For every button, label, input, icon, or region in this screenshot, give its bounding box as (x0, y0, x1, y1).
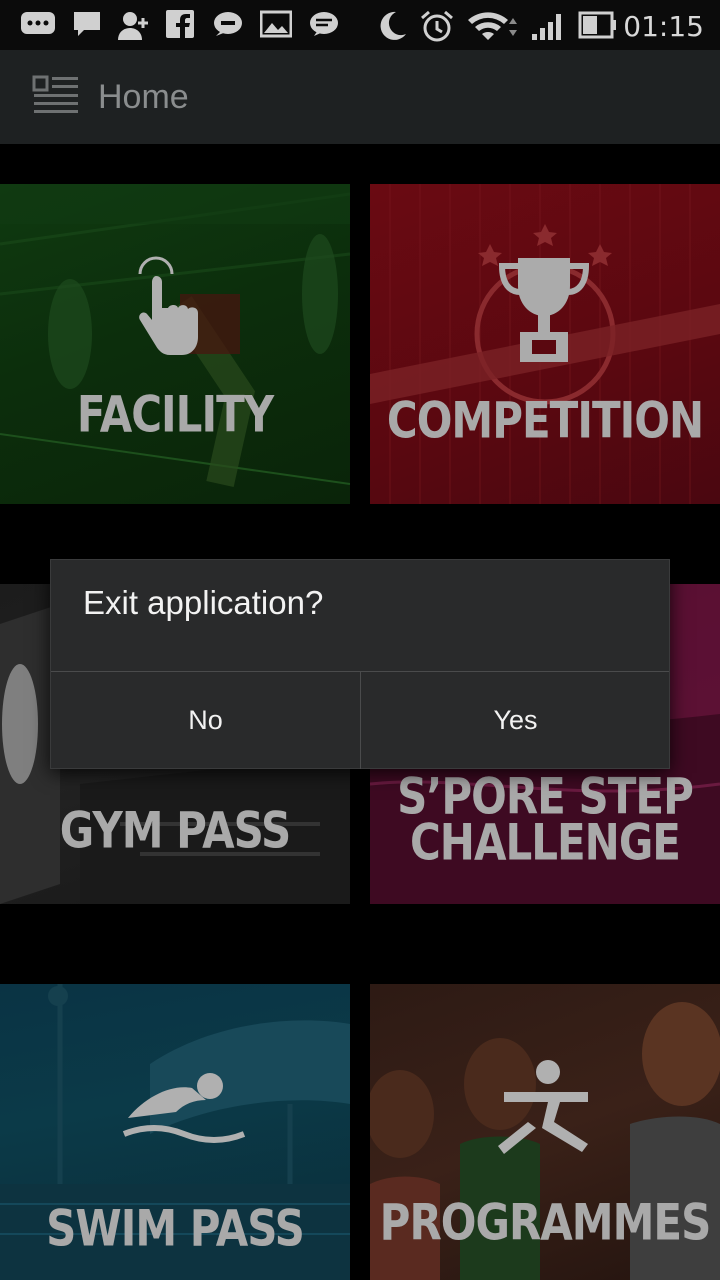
no-button[interactable]: No (51, 672, 360, 769)
app-bar: Home (0, 50, 720, 144)
swimmer-icon (122, 1073, 246, 1143)
night-mode-icon (380, 11, 406, 40)
yes-button[interactable]: Yes (361, 672, 670, 769)
message-icon (21, 12, 55, 34)
messenger-icon (310, 12, 338, 36)
competition-tile[interactable]: COMPETITION (370, 184, 720, 504)
clock-time: 01:15 (623, 10, 704, 43)
programmes-tile[interactable]: PROGRAMMES (370, 984, 720, 1280)
exercise-icon (498, 1060, 588, 1154)
menu-list-icon[interactable] (32, 75, 80, 117)
dialog-message: Exit application? (83, 584, 324, 621)
facility-tile[interactable]: FACILITY (0, 184, 350, 504)
sms-icon (214, 12, 242, 36)
facebook-icon (166, 10, 194, 38)
add-contact-icon (118, 12, 148, 40)
step-challenge-label-line2: CHALLENGE (409, 813, 681, 872)
facility-label: FACILITY (76, 385, 274, 444)
alarm-icon (421, 10, 453, 42)
wifi-icon (468, 12, 517, 40)
swim-pass-label: SWIM PASS (46, 1199, 305, 1258)
status-bar: 01:15 (0, 0, 720, 50)
trophy-icon (498, 258, 590, 362)
signal-icon (532, 14, 561, 40)
swim-pass-tile[interactable]: SWIM PASS (0, 984, 350, 1280)
exit-dialog: Exit application? No Yes (50, 559, 670, 769)
battery-icon (578, 11, 616, 39)
page-title: Home (98, 78, 189, 116)
chat-icon (74, 12, 100, 36)
competition-label: COMPETITION (386, 391, 704, 450)
tap-hand-icon (138, 256, 198, 355)
gallery-icon (260, 10, 292, 38)
gym-pass-label: GYM PASS (59, 801, 291, 860)
programmes-label: PROGRAMMES (379, 1193, 712, 1252)
